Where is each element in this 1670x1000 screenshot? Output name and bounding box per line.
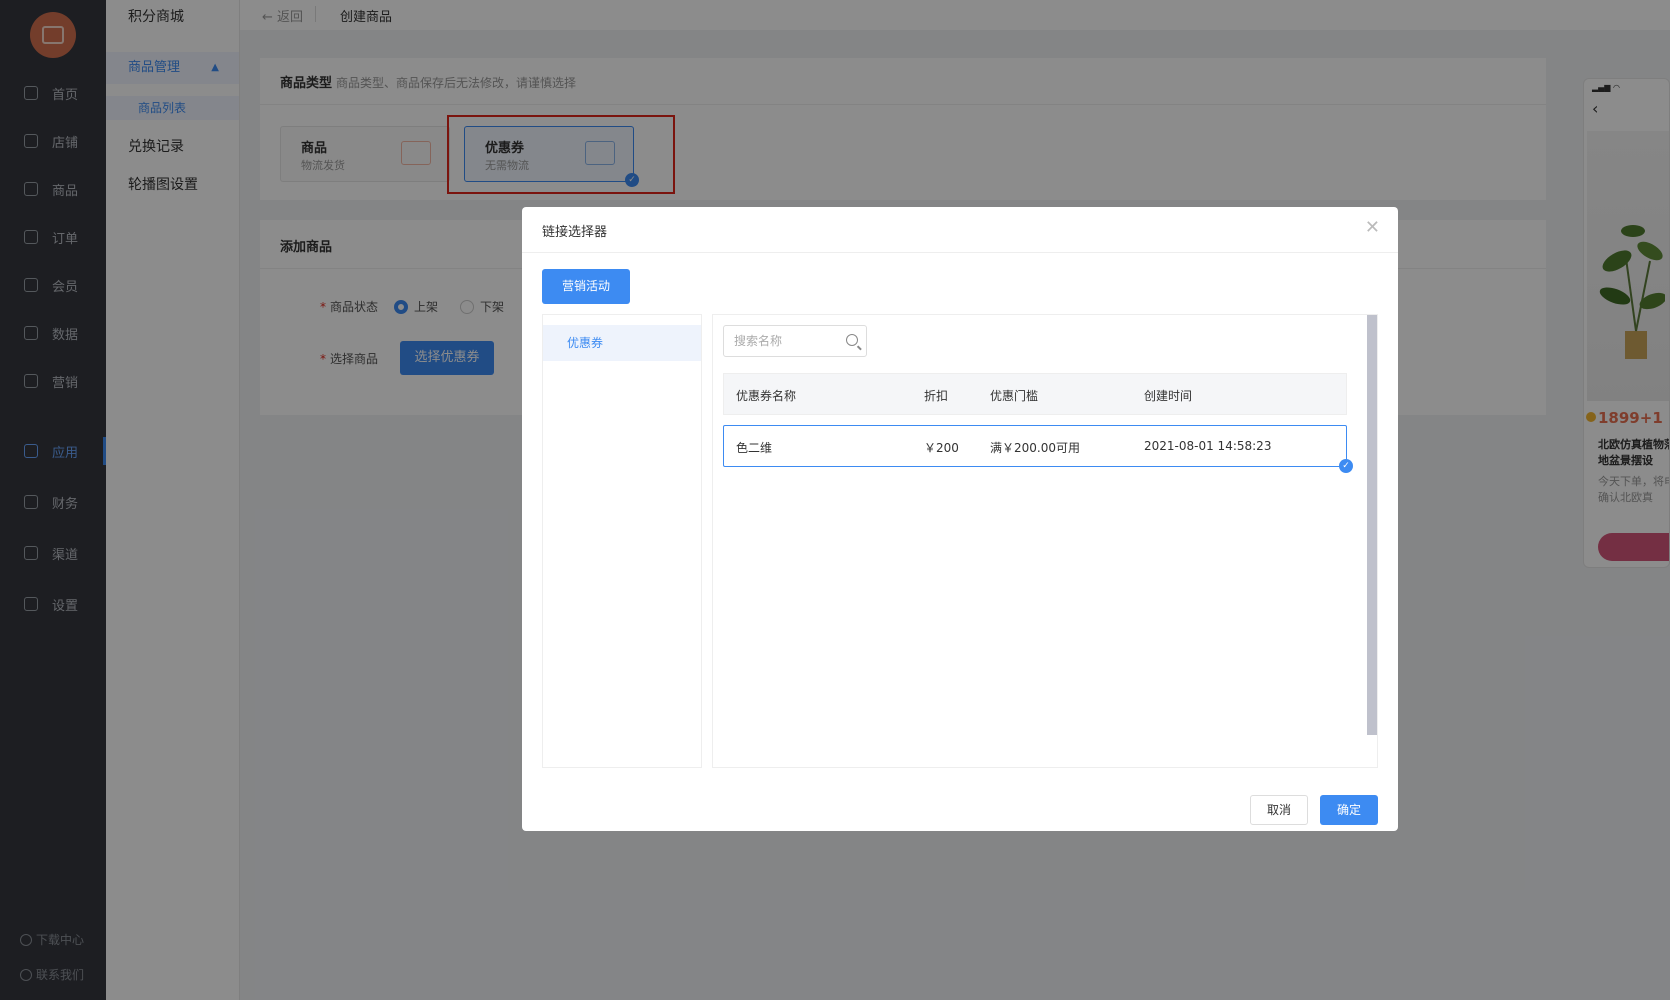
category-item-coupon[interactable]: 优惠券 — [543, 325, 701, 361]
category-panel: 优惠券 — [542, 314, 702, 768]
coupon-name: 色二维 — [736, 441, 773, 455]
column-header: 优惠门槛 — [990, 389, 1039, 403]
scrollbar[interactable] — [1367, 315, 1377, 735]
link-selector-dialog: 链接选择器 ✕ 营销活动 优惠券 优惠券名称 折扣 优惠门槛 创建时间 色二维 … — [522, 207, 1398, 831]
column-header: 折扣 — [924, 389, 949, 403]
search-icon[interactable] — [846, 334, 858, 346]
table-row[interactable]: 色二维 ￥200 满￥200.00可用 2021-08-01 14:58:23 … — [723, 425, 1353, 473]
coupon-list-panel: 优惠券名称 折扣 优惠门槛 创建时间 色二维 ￥200 满￥200.00可用 2… — [712, 314, 1378, 768]
coupon-discount: ￥200 — [924, 441, 959, 455]
dialog-title: 链接选择器 — [542, 225, 608, 240]
search-input[interactable] — [734, 334, 834, 348]
column-header: 优惠券名称 — [736, 389, 797, 403]
confirm-button[interactable]: 确定 — [1320, 795, 1378, 825]
search-box — [723, 325, 867, 357]
close-icon[interactable]: ✕ — [1365, 217, 1380, 238]
coupon-threshold: 满￥200.00可用 — [990, 441, 1080, 455]
tab-marketing[interactable]: 营销活动 — [542, 269, 630, 304]
dialog-header: 链接选择器 ✕ — [522, 207, 1398, 253]
column-header: 创建时间 — [1144, 389, 1193, 403]
check-icon: ✓ — [1339, 459, 1353, 473]
cancel-button[interactable]: 取消 — [1250, 795, 1308, 825]
table-header: 优惠券名称 折扣 优惠门槛 创建时间 — [723, 373, 1347, 415]
coupon-created: 2021-08-01 14:58:23 — [1144, 439, 1272, 453]
